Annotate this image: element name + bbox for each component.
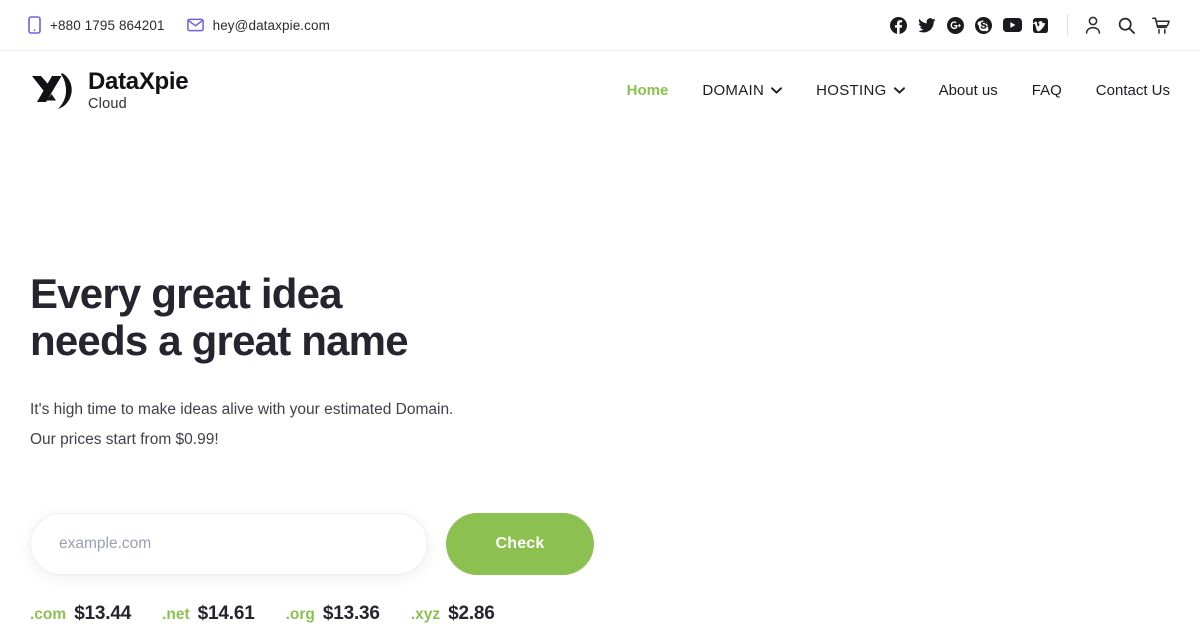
tld-price: $2.86 bbox=[448, 602, 495, 624]
site-header: DataXpie Cloud Home DOMAIN HOSTING About… bbox=[0, 51, 1200, 130]
brand-text: DataXpie Cloud bbox=[88, 67, 189, 112]
nav-item-contact-us[interactable]: Contact Us bbox=[1079, 82, 1170, 99]
nav-item-hosting[interactable]: HOSTING bbox=[799, 82, 921, 99]
nav-label-domain: DOMAIN bbox=[702, 82, 765, 99]
tld-price: $14.61 bbox=[197, 602, 255, 624]
nav-label-faq: FAQ bbox=[1031, 82, 1062, 99]
check-domain-button[interactable]: Check bbox=[446, 512, 594, 575]
user-icon[interactable] bbox=[1085, 16, 1101, 34]
nav-label-about-us: About us bbox=[938, 82, 998, 99]
topbar-divider bbox=[1067, 14, 1068, 36]
tld-name: .net bbox=[162, 605, 190, 623]
main-navigation: Home DOMAIN HOSTING About us FAQ Contact… bbox=[610, 82, 1170, 99]
chevron-down-icon bbox=[893, 87, 905, 94]
nav-label-hosting: HOSTING bbox=[816, 82, 887, 99]
topbar-icons-group bbox=[890, 14, 1170, 36]
tld-price: $13.44 bbox=[74, 602, 132, 624]
top-utility-bar: +880 1795 864201 hey@dataxpie.com bbox=[0, 0, 1200, 51]
nav-item-about-us[interactable]: About us bbox=[922, 82, 1015, 99]
nav-item-domain[interactable]: DOMAIN bbox=[685, 82, 799, 99]
domain-search-form: Check bbox=[30, 512, 670, 575]
skype-icon[interactable] bbox=[975, 16, 992, 34]
cart-icon[interactable] bbox=[1152, 17, 1170, 34]
tld-item-org: .org $13.36 bbox=[286, 603, 380, 625]
mobile-phone-icon bbox=[28, 16, 41, 34]
nav-label-contact-us: Contact Us bbox=[1095, 82, 1170, 99]
tld-name: .com bbox=[30, 605, 67, 623]
tld-name: .xyz bbox=[410, 605, 441, 623]
tld-item-xyz: .xyz $2.86 bbox=[411, 603, 495, 625]
envelope-icon bbox=[186, 18, 204, 32]
phone-contact[interactable]: +880 1795 864201 bbox=[28, 16, 165, 34]
youtube-icon[interactable] bbox=[1003, 18, 1022, 32]
tld-price: $13.36 bbox=[322, 602, 380, 624]
brand-logo[interactable]: DataXpie Cloud bbox=[30, 67, 189, 113]
social-links bbox=[890, 16, 1048, 34]
dataxpie-logo-icon bbox=[32, 72, 72, 109]
email-contact[interactable]: hey@dataxpie.com bbox=[186, 17, 330, 33]
twitter-icon[interactable] bbox=[918, 17, 936, 33]
search-icon[interactable] bbox=[1118, 17, 1135, 34]
domain-search-input[interactable] bbox=[30, 512, 428, 575]
email-address: hey@dataxpie.com bbox=[212, 17, 330, 33]
vimeo-icon[interactable] bbox=[1033, 17, 1048, 33]
brand-tagline: Cloud bbox=[88, 95, 127, 112]
google-plus-icon[interactable] bbox=[947, 16, 964, 34]
phone-number: +880 1795 864201 bbox=[50, 17, 165, 33]
nav-label-home: Home bbox=[626, 82, 669, 99]
hero-section: Every great idea needs a great name It's… bbox=[0, 130, 1200, 634]
facebook-icon[interactable] bbox=[890, 16, 907, 34]
tld-item-net: .net $14.61 bbox=[162, 602, 255, 625]
hero-subtitle: It's high time to make ideas alive with … bbox=[30, 401, 454, 448]
brand-name: DataXpie bbox=[88, 67, 189, 95]
utility-icons bbox=[1085, 16, 1170, 34]
nav-item-home[interactable]: Home bbox=[610, 82, 686, 99]
hero-content: Every great idea needs a great name It's… bbox=[30, 130, 670, 625]
nav-item-faq[interactable]: FAQ bbox=[1015, 82, 1079, 99]
tld-item-com: .com $13.44 bbox=[30, 603, 131, 625]
tld-name: .org bbox=[285, 605, 315, 623]
topbar-contact-group: +880 1795 864201 hey@dataxpie.com bbox=[28, 16, 330, 34]
tld-price-list: .com $13.44 .net $14.61 .org $13.36 .xyz… bbox=[30, 603, 670, 625]
page-title: Every great idea needs a great name bbox=[30, 270, 409, 365]
chevron-down-icon bbox=[771, 87, 783, 94]
